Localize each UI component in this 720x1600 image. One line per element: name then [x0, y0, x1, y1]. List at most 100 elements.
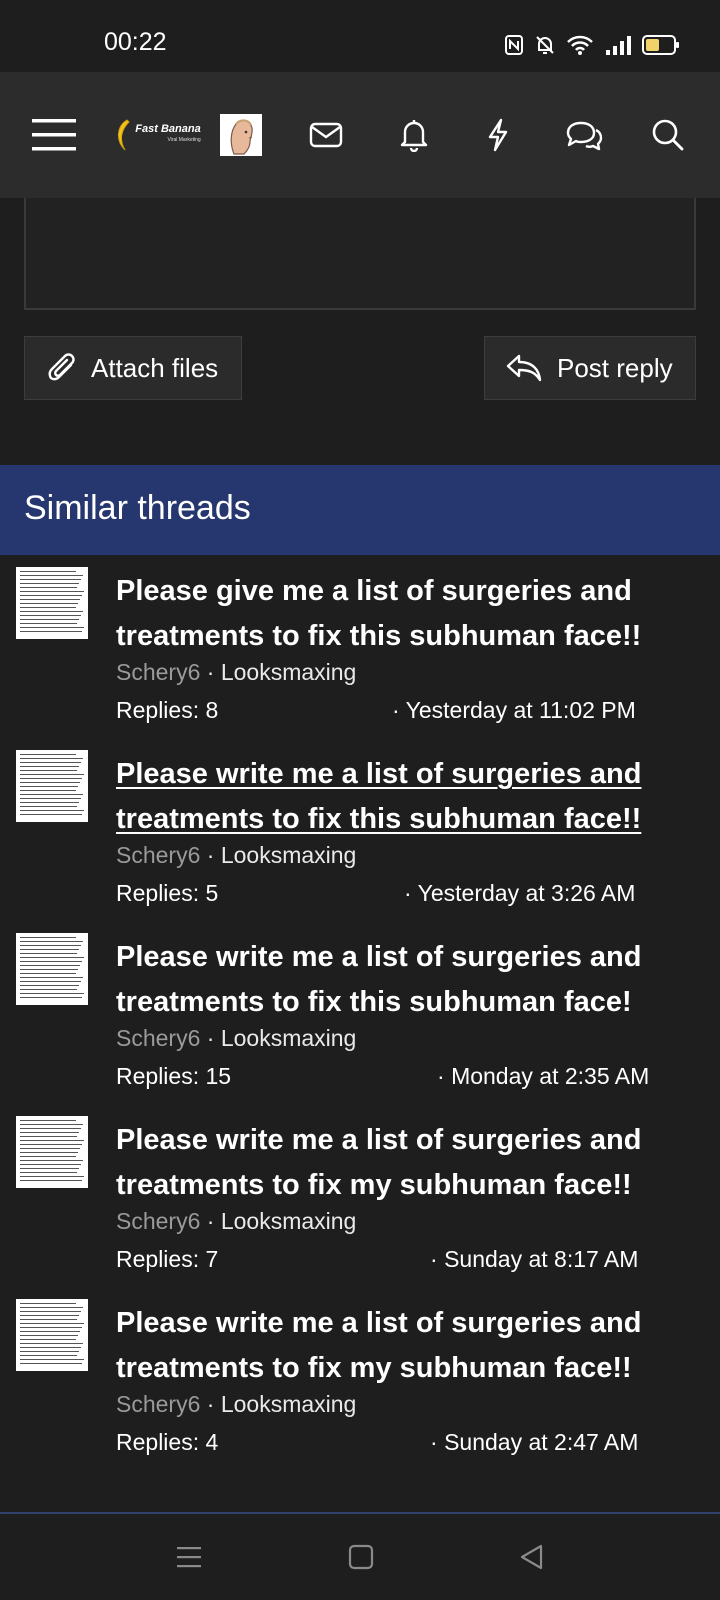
avatar [220, 114, 262, 156]
thumbnail-text-line [20, 774, 84, 775]
thread-forum[interactable]: Looksmaxing [221, 1208, 357, 1234]
meta-separator: · [206, 1208, 221, 1234]
thread-item[interactable]: Please write me a list of surgeries and … [0, 921, 720, 1101]
thread-thumbnail [16, 567, 88, 639]
thumbnail-text-line [20, 1144, 82, 1145]
site-logo[interactable]: Fast Banana Viral Marketing [112, 72, 202, 198]
attach-files-button[interactable]: Attach files [24, 336, 242, 400]
thumbnail-text-line [20, 941, 83, 942]
thumbnail-text-line [20, 1164, 81, 1165]
thread-author[interactable]: Schery6 [116, 1391, 200, 1417]
thumbnail-text-line [20, 623, 77, 624]
thumbnail-text-line [20, 1323, 84, 1324]
thumbnail-text-line [20, 937, 76, 938]
thumbnail-text-line [20, 1319, 77, 1320]
thumbnail-text-line [20, 989, 77, 990]
thumbnail-text-line [20, 571, 76, 572]
alerts-button[interactable] [394, 72, 434, 198]
back-button[interactable] [508, 1534, 554, 1580]
thread-item[interactable]: Please give me a list of surgeries and t… [0, 555, 720, 735]
thumbnail-text-line [20, 1136, 77, 1137]
thread-forum[interactable]: Looksmaxing [221, 1391, 357, 1417]
thread-title[interactable]: Please write me a list of surgeries and … [116, 935, 706, 1025]
search-button[interactable] [648, 72, 688, 198]
thread-title[interactable]: Please give me a list of surgeries and t… [116, 569, 706, 659]
bolt-icon [488, 118, 508, 152]
hamburger-icon [32, 119, 76, 151]
thumbnail-text-line [20, 794, 83, 795]
recents-button[interactable] [166, 1534, 212, 1580]
thumbnail-text-line [20, 798, 81, 799]
thread-date: · Sunday at 8:17 AM [430, 1246, 639, 1272]
thumbnail-text-line [20, 1311, 81, 1312]
thumbnail-text-line [20, 814, 82, 815]
thread-author[interactable]: Schery6 [116, 842, 200, 868]
thumbnail-text-line [20, 1140, 84, 1141]
thumbnail-text-line [20, 762, 81, 763]
thumbnail-text-line [20, 1156, 76, 1157]
whats-new-button[interactable] [478, 72, 518, 198]
thumbnail-text-line [20, 802, 79, 803]
post-reply-button[interactable]: Post reply [484, 336, 696, 400]
thumbnail-text-line [20, 782, 80, 783]
thread-title[interactable]: Please write me a list of surgeries and … [116, 1118, 706, 1208]
reply-editor[interactable] [24, 198, 696, 310]
thread-title[interactable]: Please write me a list of surgeries and … [116, 1301, 706, 1391]
inbox-button[interactable] [306, 72, 346, 198]
system-navigation-bar [0, 1514, 720, 1600]
thumbnail-text-line [20, 627, 84, 628]
conversations-button[interactable] [562, 72, 606, 198]
thread-forum[interactable]: Looksmaxing [221, 842, 357, 868]
thumbnail-text-line [20, 790, 76, 791]
thumbnail-text-line [20, 595, 82, 596]
search-icon [652, 119, 684, 151]
thumbnail-text-line [20, 619, 79, 620]
thread-meta: Schery6 · Looksmaxing [116, 659, 356, 686]
thumbnail-text-line [20, 1148, 80, 1149]
thumbnail-text-line [20, 1339, 76, 1340]
thread-forum[interactable]: Looksmaxing [221, 1025, 357, 1051]
thumbnail-text-line [20, 583, 79, 584]
thumbnail-text-line [20, 1160, 83, 1161]
home-button[interactable] [338, 1534, 384, 1580]
menu-button[interactable] [28, 72, 80, 198]
thumbnail-text-line [20, 1343, 83, 1344]
thread-item[interactable]: Please write me a list of surgeries and … [0, 1287, 720, 1467]
thumbnail-text-line [20, 945, 81, 946]
thumbnail-text-line [20, 1315, 79, 1316]
thumbnail-text-line [20, 1120, 76, 1121]
thumbnail-text-line [20, 607, 76, 608]
thumbnail-text-line [20, 985, 79, 986]
thread-author[interactable]: Schery6 [116, 1025, 200, 1051]
banana-logo-icon [118, 119, 130, 151]
thumbnail-text-line [20, 1168, 79, 1169]
thumbnail-text-line [20, 981, 81, 982]
thumbnail-text-line [20, 1363, 82, 1364]
thread-replies: Replies: 4 [116, 1429, 219, 1455]
thread-forum[interactable]: Looksmaxing [221, 659, 357, 685]
thumbnail-text-line [20, 1152, 78, 1153]
user-avatar[interactable] [220, 72, 262, 198]
thumbnail-text-line [20, 957, 84, 958]
status-icons [504, 30, 680, 60]
meta-separator: · [206, 659, 221, 685]
thread-item[interactable]: Please write me a list of surgeries and … [0, 1104, 720, 1284]
meta-separator: · [206, 1025, 221, 1051]
thumbnail-text-line [20, 615, 81, 616]
thread-date: · Sunday at 2:47 AM [430, 1429, 639, 1455]
thread-item[interactable]: Please write me a list of surgeries and … [0, 738, 720, 918]
logo-subtext: Viral Marketing [167, 137, 201, 143]
thumbnail-text-line [20, 1172, 77, 1173]
thread-author[interactable]: Schery6 [116, 659, 200, 685]
attach-files-label: Attach files [91, 352, 219, 383]
thread-author[interactable]: Schery6 [116, 1208, 200, 1234]
meta-separator: · [206, 842, 221, 868]
thumbnail-text-line [20, 786, 78, 787]
home-square-icon [348, 1544, 374, 1570]
thread-title[interactable]: Please write me a list of surgeries and … [116, 752, 706, 842]
similar-threads-header: Similar threads [0, 465, 720, 555]
thumbnail-text-line [20, 806, 77, 807]
thumbnail-text-line [20, 1359, 84, 1360]
bell-icon [400, 120, 428, 152]
thread-meta: Schery6 · Looksmaxing [116, 1208, 356, 1235]
